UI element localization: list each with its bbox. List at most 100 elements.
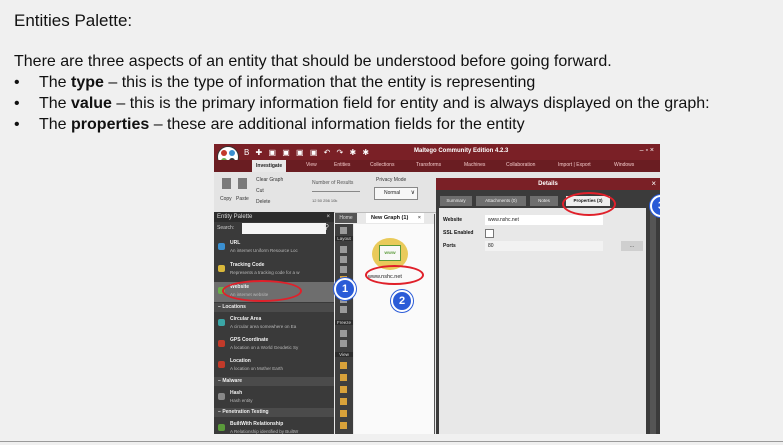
palette-entry-hash[interactable]: Hash Hash entity <box>214 388 334 408</box>
tool-icon[interactable] <box>340 306 347 313</box>
property-value[interactable]: www.nshc.net <box>485 215 603 225</box>
tool-icon[interactable] <box>340 386 347 393</box>
tab-collaboration[interactable]: Collaboration <box>506 162 535 168</box>
palette-entry-gps-coordinate[interactable]: GPS Coordinate A location on a World Geo… <box>214 335 334 355</box>
tool-icon[interactable] <box>340 256 347 263</box>
entity-palette: Entity Palette × Search: ⚲ URL An intern… <box>214 212 334 434</box>
tab-collections[interactable]: Collections <box>370 162 394 168</box>
pane-divider[interactable] <box>434 214 435 434</box>
search-label: Search: <box>217 225 235 231</box>
graph-toolstrip: Layout Freeze View <box>335 224 353 434</box>
bullet-value: The value – this is the primary informat… <box>14 95 710 116</box>
property-row-website: Website www.nshc.net <box>441 215 644 225</box>
ssl-enabled-checkbox[interactable] <box>485 229 494 238</box>
tool-icon[interactable] <box>340 340 347 347</box>
location-icon <box>218 361 225 368</box>
hash-icon <box>218 393 225 400</box>
tab-machines[interactable]: Machines <box>464 162 485 168</box>
close-icon[interactable]: × <box>326 212 330 222</box>
graph-tab[interactable]: New Graph (1) × <box>366 213 424 223</box>
privacy-mode-value: Normal <box>384 190 401 196</box>
gps-coordinate-icon <box>218 340 225 347</box>
palette-entry-location[interactable]: Location A location on Mother Earth <box>214 356 334 376</box>
palette-entry-tracking-code[interactable]: Tracking Code Represents a tracking code… <box>214 260 334 280</box>
clear-graph-button[interactable]: Clear Graph <box>256 177 283 183</box>
properties-highlight-ring <box>562 192 616 216</box>
graph-canvas[interactable]: WWW www.nshc.net <box>354 224 434 434</box>
privacy-mode-label: Privacy Mode <box>376 177 407 183</box>
window-controls[interactable]: – ▫ × <box>640 147 654 154</box>
palette-entry-desc: An internet Uniform Resource Loc <box>230 248 298 253</box>
ellipsis-button[interactable]: ... <box>621 241 643 251</box>
category-locations[interactable]: − Locations <box>214 303 334 312</box>
palette-entry-builtwith-relationship[interactable]: BuiltWith Relationship A Relationship id… <box>214 419 334 434</box>
search-icon[interactable]: ⚲ <box>324 223 329 231</box>
close-icon[interactable]: × <box>651 178 656 190</box>
category-label: Locations <box>222 304 246 310</box>
bullet-term: type <box>71 74 104 91</box>
tool-icon[interactable] <box>340 410 347 417</box>
bullet-type: The type – this is the type of informati… <box>14 74 710 95</box>
tool-icon[interactable] <box>340 266 347 273</box>
tab-windows[interactable]: Windows <box>614 162 634 168</box>
tool-icon[interactable] <box>340 362 347 369</box>
tool-icon[interactable] <box>340 246 347 253</box>
bullet-term: properties <box>71 116 150 133</box>
paste-button[interactable]: Paste <box>236 196 249 202</box>
palette-entry-desc: A location on Mother Earth <box>230 366 284 371</box>
tab-investigate[interactable]: Investigate <box>252 160 287 172</box>
tool-icon[interactable] <box>340 398 347 405</box>
property-key: Ports <box>443 243 456 249</box>
category-malware[interactable]: − Malware <box>214 377 334 386</box>
palette-entry-desc: Represents a tracking code for a w <box>230 270 300 275</box>
bullet-text: – this is the type of information that t… <box>103 74 536 91</box>
slide-title: Entities Palette: <box>14 11 133 30</box>
tab-transforms[interactable]: Transforms <box>416 162 441 168</box>
palette-entry-url[interactable]: URL An internet Uniform Resource Loc <box>214 238 334 258</box>
tool-icon[interactable] <box>340 422 347 429</box>
url-icon <box>218 243 225 250</box>
home-tab[interactable]: Home <box>335 213 357 223</box>
callout-2: 2 <box>391 290 413 312</box>
results-slider[interactable] <box>312 191 360 192</box>
number-of-results-label: Number of Results <box>312 180 354 186</box>
tab-entities[interactable]: Entities <box>334 162 350 168</box>
bullet-properties: The properties – these are additional in… <box>14 116 710 137</box>
tab-notes[interactable]: Notes <box>530 196 558 206</box>
close-icon[interactable]: × <box>418 213 421 223</box>
bullet-list: The type – this is the type of informati… <box>14 74 710 137</box>
tab-import-export[interactable]: Import | Export <box>558 162 591 168</box>
details-panel: Details × Summary Attachments (0) Notes … <box>436 178 660 434</box>
bullet-text: – these are additional information field… <box>149 116 525 133</box>
entity-palette-title: Entity Palette <box>217 214 253 220</box>
category-penetration-testing[interactable]: − Penetration Testing <box>214 408 334 417</box>
copy-icon[interactable] <box>222 178 231 189</box>
maltego-screenshot: B ✚ ▣ ▣ ▣ ▣ ↶ ↷ ✱ ✱ Maltego Community Ed… <box>214 144 660 434</box>
palette-entry-name: URL <box>230 240 241 246</box>
quick-access-toolbar[interactable]: B ✚ ▣ ▣ ▣ ▣ ↶ ↷ ✱ ✱ <box>244 148 371 157</box>
circular-area-icon <box>218 319 225 326</box>
bullet-text: – this is the primary information field … <box>111 95 710 112</box>
property-value[interactable]: 80 <box>485 241 603 251</box>
tab-summary[interactable]: Summary <box>440 196 472 206</box>
palette-entry-circular-area[interactable]: Circular Area A circular area somewhere … <box>214 314 334 334</box>
cut-button[interactable]: Cut <box>256 188 264 194</box>
slide-intro: There are three aspects of an entity tha… <box>14 53 612 70</box>
delete-button[interactable]: Delete <box>256 199 270 205</box>
tab-view[interactable]: View <box>306 162 317 168</box>
tool-icon[interactable] <box>340 330 347 337</box>
tool-icon[interactable] <box>340 227 347 234</box>
graph-tab-label: New Graph (1) <box>371 215 409 221</box>
website-highlight-ring <box>222 280 302 302</box>
property-row-ssl-enabled: SSL Enabled <box>441 228 644 238</box>
privacy-mode-select[interactable]: Normal ∨ <box>374 187 418 200</box>
paste-icon[interactable] <box>238 178 247 189</box>
palette-entry-name: BuiltWith Relationship <box>230 421 284 427</box>
scrollbar[interactable] <box>650 208 656 434</box>
copy-button[interactable]: Copy <box>220 196 232 202</box>
tab-attachments[interactable]: Attachments (0) <box>476 196 526 206</box>
tracking-code-icon <box>218 265 225 272</box>
properties-table: Website www.nshc.net SSL Enabled Ports 8… <box>439 208 646 434</box>
tool-icon[interactable] <box>340 374 347 381</box>
search-input[interactable] <box>242 223 326 234</box>
